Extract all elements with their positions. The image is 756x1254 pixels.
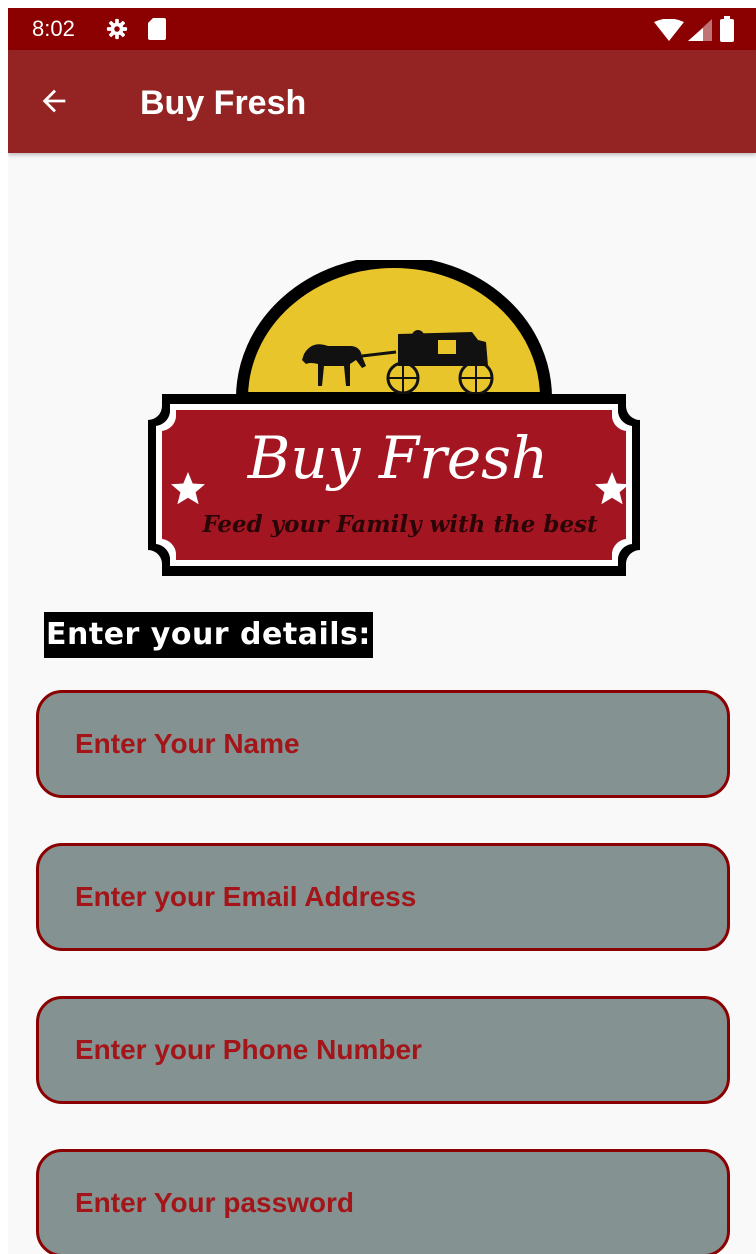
back-button[interactable]: [30, 77, 78, 125]
gear-icon: [106, 18, 128, 45]
app-title: Buy Fresh: [140, 84, 307, 122]
wifi-icon: [654, 18, 684, 46]
phone-placeholder: Enter your Phone Number: [75, 1034, 422, 1065]
arrow-left-icon: [42, 89, 66, 113]
form-heading: Enter your details:: [44, 612, 373, 658]
name-placeholder: Enter Your Name: [75, 728, 300, 759]
app-bar: Buy Fresh: [8, 50, 756, 153]
email-placeholder: Enter your Email Address: [75, 881, 417, 912]
logo-brand-text: Buy Fresh: [247, 424, 549, 492]
password-field[interactable]: Enter Your password: [36, 1149, 730, 1254]
name-field[interactable]: Enter Your Name: [36, 690, 730, 798]
sd-card-icon: [148, 18, 166, 45]
signal-icon: [688, 19, 712, 46]
status-bar: 8:02: [8, 8, 756, 50]
password-placeholder: Enter Your password: [75, 1187, 355, 1218]
email-field[interactable]: Enter your Email Address: [36, 843, 730, 951]
logo-tagline: Feed your Family with the best: [201, 511, 598, 538]
battery-icon: [720, 16, 734, 47]
phone-field[interactable]: Enter your Phone Number: [36, 996, 730, 1104]
brand-logo: Buy Fresh Feed your Family with the best: [148, 260, 640, 576]
app-screen: 8:02 Buy Fresh Buy Fresh Feed your Famil…: [8, 8, 756, 1254]
status-time: 8:02: [32, 16, 75, 41]
